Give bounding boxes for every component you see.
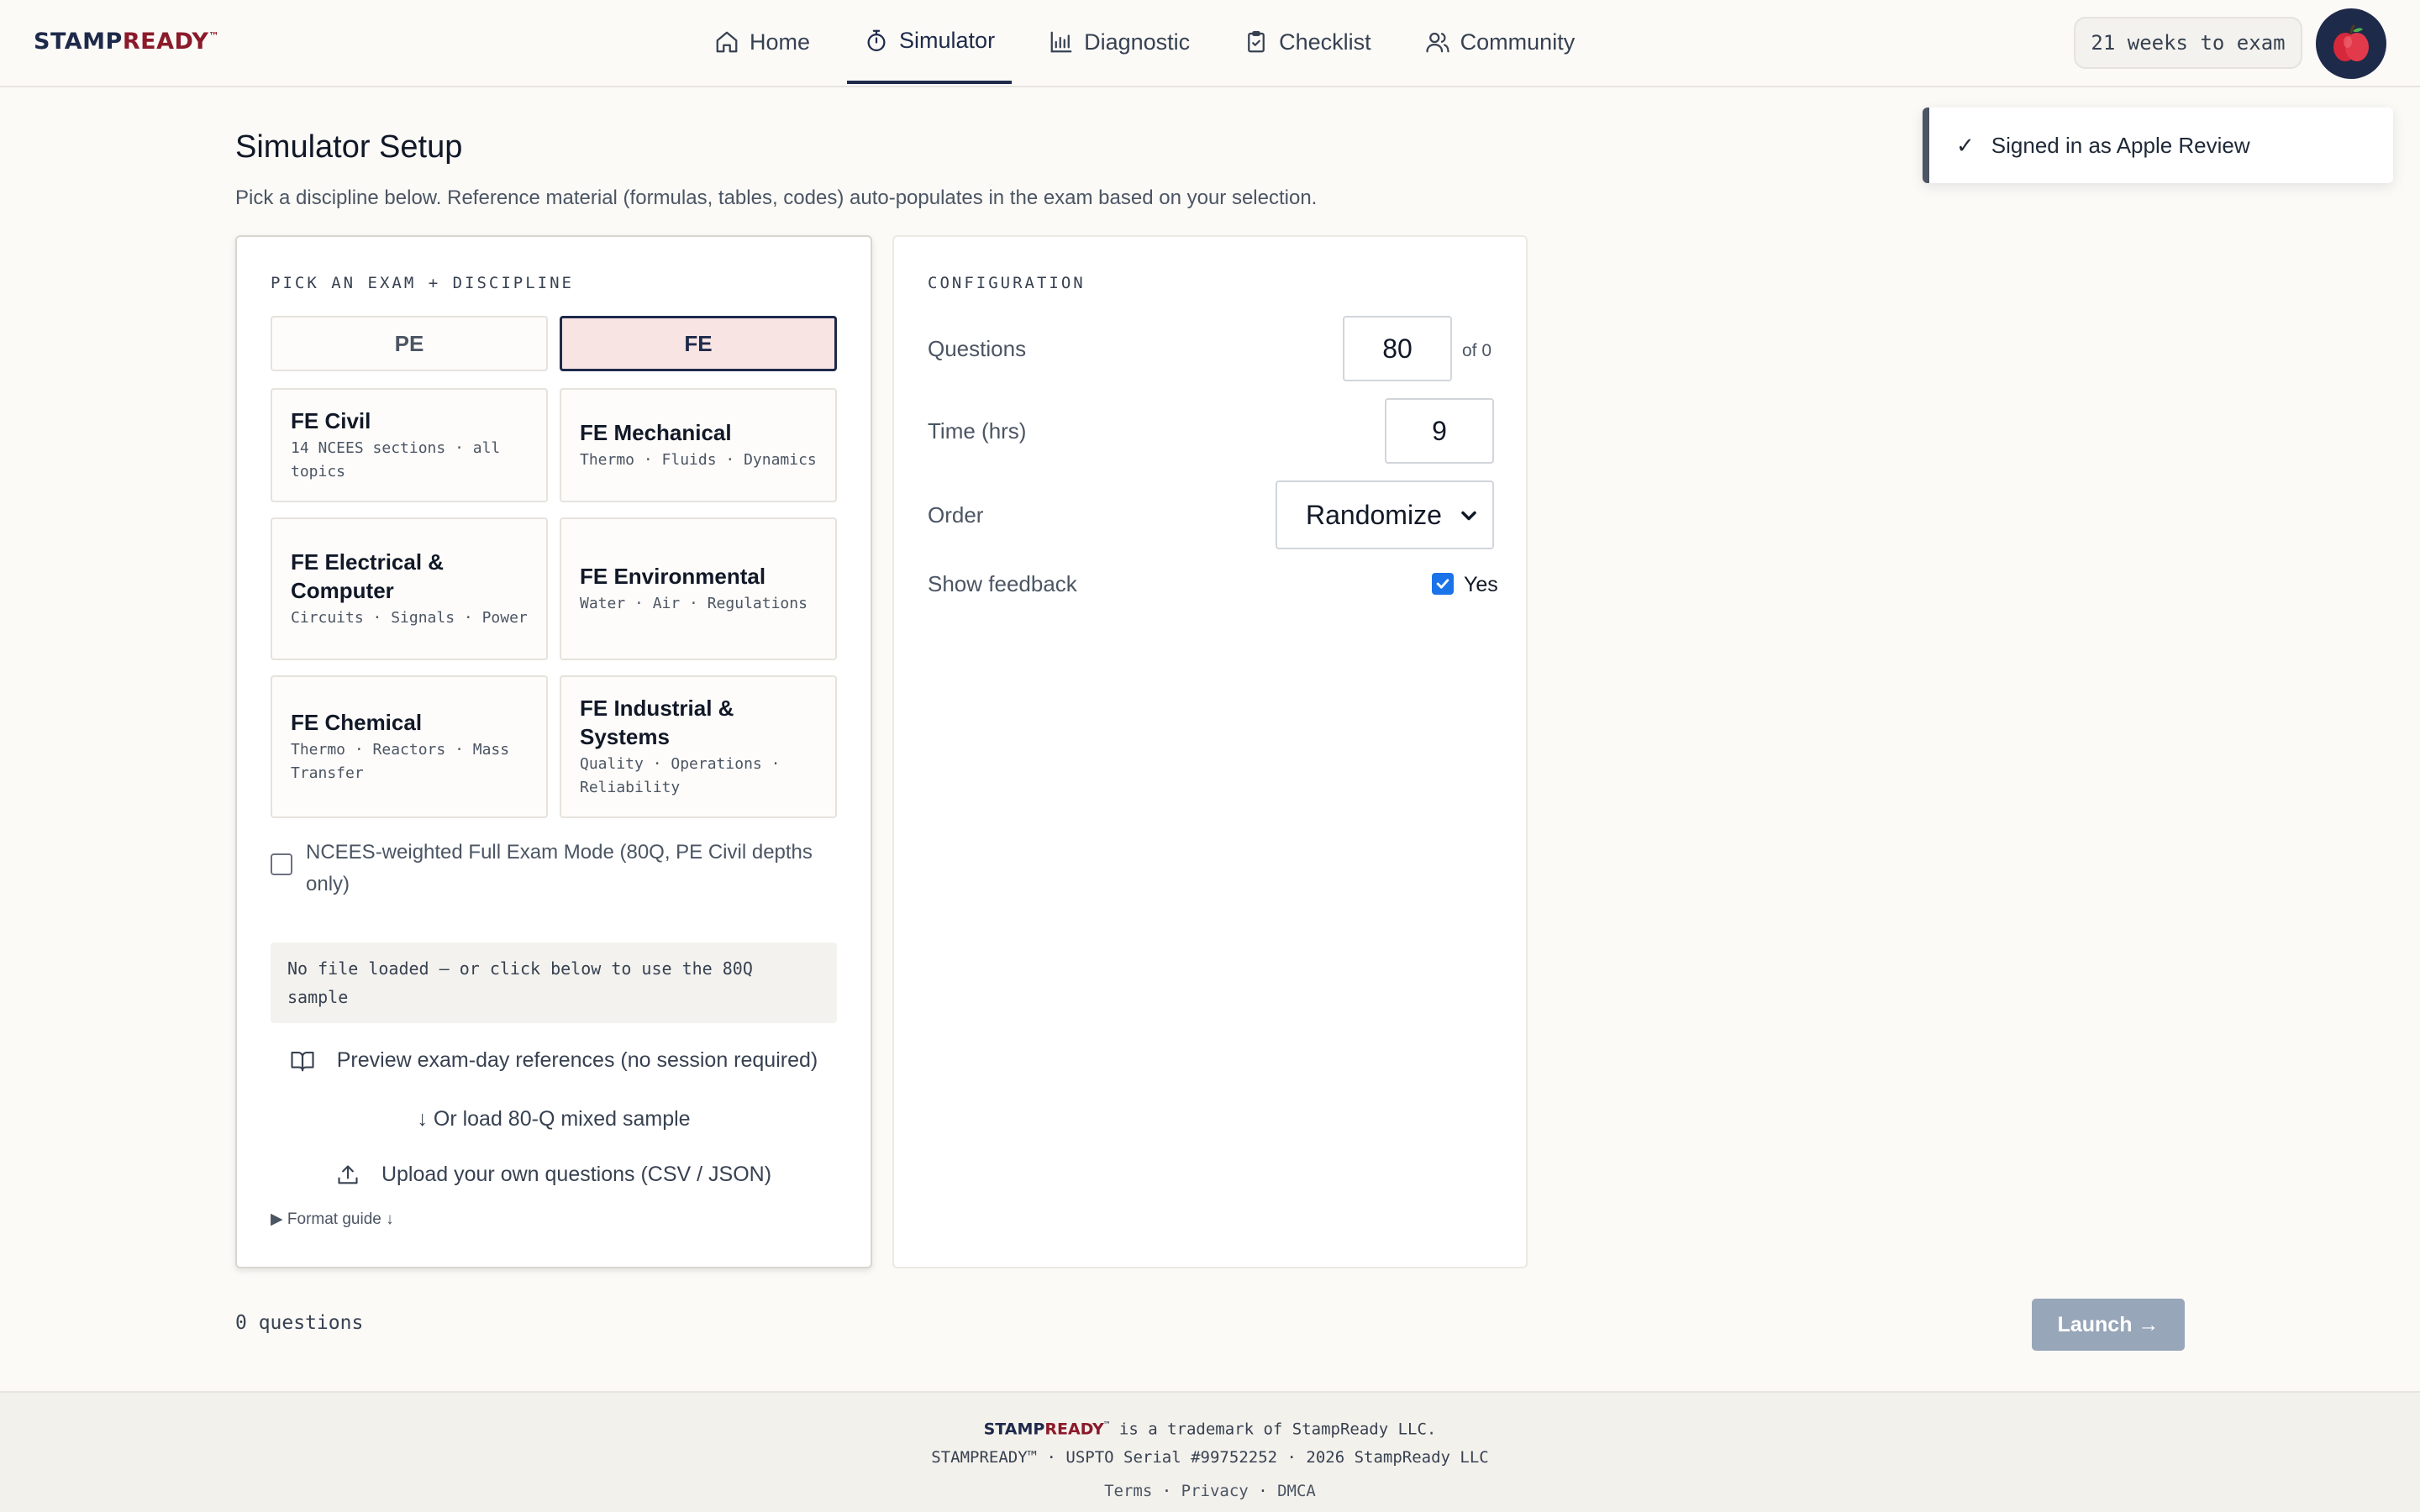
questions-input[interactable] — [1343, 316, 1452, 381]
discipline-name: FE Civil — [291, 408, 371, 433]
page-footer: STAMPREADY™ is a trademark of StampReady… — [0, 1391, 2420, 1512]
preview-references-label: Preview exam-day references (no session … — [336, 1048, 818, 1072]
questions-label: Questions — [928, 336, 1027, 361]
page-subtitle: Pick a discipline below. Reference mater… — [235, 186, 1318, 209]
footer-links: Terms · Privacy · DMCA — [0, 1482, 2420, 1500]
footer-separator: · — [1161, 1482, 1172, 1500]
book-open-icon — [291, 1051, 314, 1071]
nav-home-label: Home — [750, 29, 811, 55]
exam-toggle-pe[interactable]: PE — [271, 316, 548, 371]
discipline-card-fe-mechanical[interactable]: FE Mechanical Thermo · Fluids · Dynamics — [560, 388, 837, 502]
discipline-card-fe-environmental[interactable]: FE Environmental Water · Air · Regulatio… — [560, 517, 837, 660]
top-header: STAMPREADY™ Home Simulator Diagnostic Ch… — [0, 0, 2420, 87]
app-logo[interactable]: STAMPREADY™ — [34, 29, 219, 55]
full-exam-mode-checkbox[interactable] — [271, 853, 292, 875]
footer-link-privacy[interactable]: Privacy — [1181, 1482, 1249, 1500]
footer-trademark: STAMPREADY™ is a trademark of StampReady… — [0, 1420, 2420, 1438]
logo-tm: ™ — [208, 30, 219, 42]
discipline-card-fe-civil[interactable]: FE Civil 14 NCEES sections · all topics — [271, 388, 548, 502]
logo-stamp: STAMP — [34, 29, 123, 55]
footer-link-terms[interactable]: Terms — [1104, 1482, 1152, 1500]
order-label: Order — [928, 502, 984, 528]
nav-diagnostic-label: Diagnostic — [1084, 29, 1191, 55]
discipline-topics: Circuits · Signals · Power — [291, 609, 528, 627]
check-icon: ✓ — [1956, 132, 1975, 158]
nav-community[interactable]: Community — [1408, 0, 1592, 84]
file-status-box: No file loaded — or click below to use t… — [271, 942, 837, 1023]
discipline-topics: Water · Air · Regulations — [580, 595, 808, 612]
load-sample-link[interactable]: ↓ Or load 80-Q mixed sample — [237, 1107, 871, 1131]
configuration-section-label: CONFIGURATION — [928, 274, 1086, 292]
discipline-name: FE Mechanical — [580, 420, 732, 445]
toast-message: Signed in as Apple Review — [1991, 132, 2250, 158]
time-label: Time (hrs) — [928, 418, 1027, 444]
logo-ready: READY — [122, 29, 209, 55]
picker-section-label: PICK AN EXAM + DISCIPLINE — [271, 274, 574, 292]
discipline-name: FE Electrical & Computer — [291, 549, 445, 603]
discipline-card-fe-industrial[interactable]: FE Industrial & Systems Quality · Operat… — [560, 675, 837, 818]
time-input[interactable] — [1385, 398, 1494, 464]
format-guide-toggle[interactable]: ▶ Format guide ↓ — [271, 1210, 394, 1229]
bar-chart-icon — [1050, 31, 1072, 53]
footer-serial: STAMPREADY™ · USPTO Serial #99752252 · 2… — [931, 1448, 1489, 1467]
footer-link-dmca[interactable]: DMCA — [1277, 1482, 1316, 1500]
footer-brand-stamp: STAMP — [983, 1420, 1045, 1439]
user-avatar[interactable] — [2316, 8, 2386, 79]
users-icon — [1426, 32, 1449, 53]
order-selected-value: Randomize — [1306, 499, 1442, 530]
footer-trademark-text: is a trademark of StampReady LLC. — [1109, 1420, 1437, 1439]
discipline-name: FE Industrial & Systems — [580, 696, 734, 749]
upload-questions-link[interactable]: Upload your own questions (CSV / JSON) — [237, 1163, 871, 1187]
nav-checklist[interactable]: Checklist — [1227, 0, 1388, 84]
exam-picker-card: PICK AN EXAM + DISCIPLINE PE FE FE Civil… — [235, 235, 872, 1268]
discipline-topics: Thermo · Reactors · Mass Transfer — [291, 741, 510, 782]
load-sample-label: ↓ Or load 80-Q mixed sample — [417, 1107, 691, 1131]
weeks-to-exam-badge[interactable]: 21 weeks to exam — [2074, 17, 2302, 69]
discipline-card-fe-chemical[interactable]: FE Chemical Thermo · Reactors · Mass Tra… — [271, 675, 548, 818]
main-nav: Home Simulator Diagnostic Checklist Comm… — [697, 0, 1612, 87]
nav-community-label: Community — [1460, 29, 1576, 55]
full-exam-mode-option[interactable]: NCEES-weighted Full Exam Mode (80Q, PE C… — [271, 837, 842, 900]
full-exam-mode-label: NCEES-weighted Full Exam Mode (80Q, PE C… — [306, 841, 813, 895]
upload-icon — [338, 1164, 358, 1184]
discipline-card-fe-electrical[interactable]: FE Electrical & Computer Circuits · Sign… — [271, 517, 548, 660]
discipline-topics: Thermo · Fluids · Dynamics — [580, 451, 817, 469]
home-icon — [716, 31, 738, 53]
exam-toggle-fe[interactable]: FE — [560, 316, 837, 371]
upload-questions-label: Upload your own questions (CSV / JSON) — [381, 1163, 772, 1186]
preview-references-link[interactable]: Preview exam-day references (no session … — [237, 1048, 871, 1073]
configuration-card: CONFIGURATION Questions of 0 Time (hrs) … — [892, 235, 1528, 1268]
discipline-name: FE Environmental — [580, 564, 766, 589]
discipline-name: FE Chemical — [291, 710, 423, 735]
page-title: Simulator Setup — [235, 129, 463, 165]
question-count: 0 questions — [235, 1312, 364, 1334]
discipline-topics: Quality · Operations · Reliability — [580, 755, 781, 796]
footer-brand-ready: READY — [1044, 1420, 1104, 1439]
order-select[interactable]: Randomize — [1276, 480, 1494, 549]
nav-simulator[interactable]: Simulator — [847, 0, 1013, 84]
checkmark-icon — [1436, 579, 1449, 589]
nav-checklist-label: Checklist — [1279, 29, 1371, 55]
chevron-down-icon — [1461, 511, 1476, 521]
nav-simulator-label: Simulator — [899, 27, 996, 53]
discipline-topics: 14 NCEES sections · all topics — [291, 439, 501, 480]
questions-total: of 0 — [1462, 341, 1492, 360]
signed-in-toast: ✓ Signed in as Apple Review — [1923, 108, 2393, 183]
feedback-checkbox[interactable] — [1432, 573, 1454, 595]
nav-diagnostic[interactable]: Diagnostic — [1032, 0, 1207, 84]
footer-separator: · — [1258, 1482, 1268, 1500]
feedback-value: Yes — [1464, 573, 1498, 596]
nav-home[interactable]: Home — [697, 0, 827, 84]
apple-icon — [2333, 24, 2369, 61]
timer-icon — [867, 29, 886, 51]
launch-button[interactable]: Launch → — [2032, 1299, 2185, 1351]
clipboard-check-icon — [1248, 31, 1265, 53]
feedback-label: Show feedback — [928, 571, 1077, 596]
